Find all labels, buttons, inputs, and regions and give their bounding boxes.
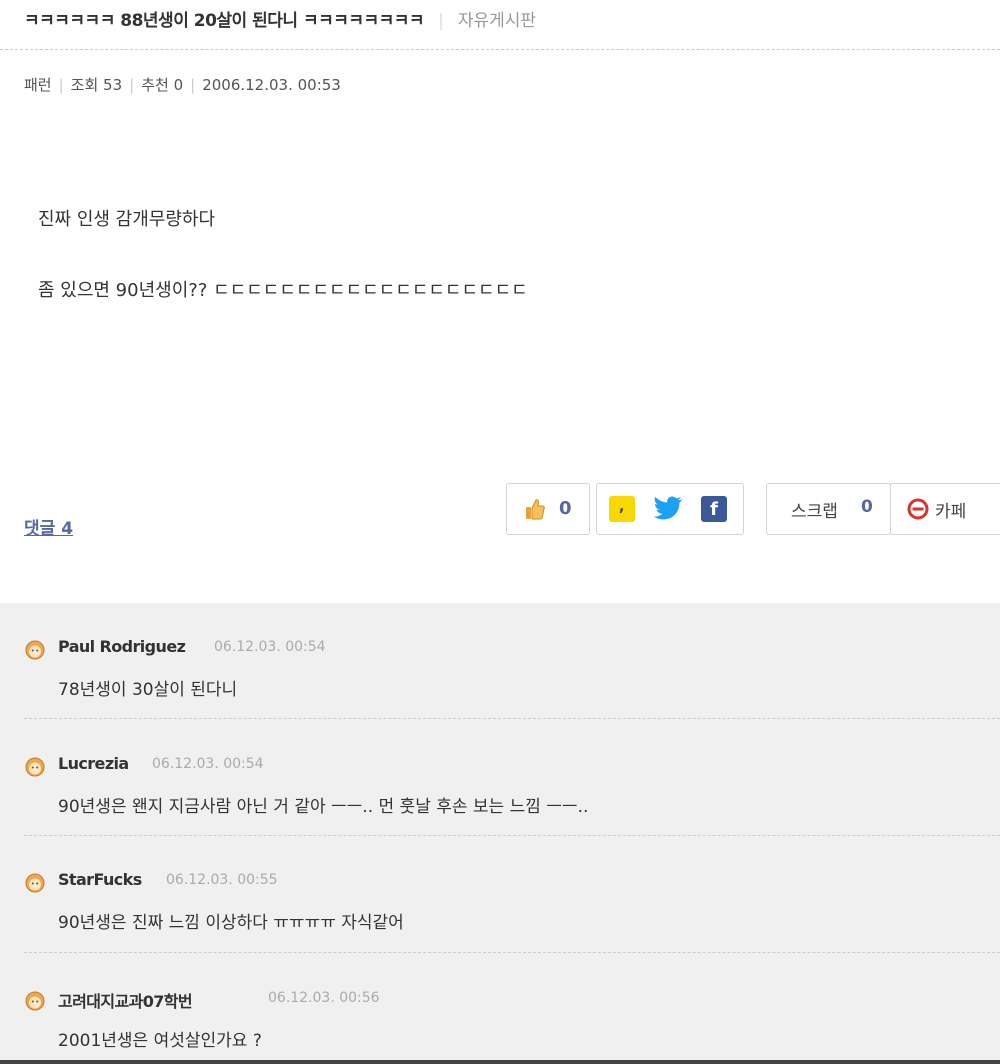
user-face-icon	[25, 640, 45, 660]
comment-author[interactable]: Lucrezia	[58, 754, 129, 773]
comment-text: 78년생이 30살이 된다니	[58, 680, 238, 700]
scrap-count: 0	[861, 497, 873, 517]
title-divider: |	[438, 11, 444, 31]
comment-author[interactable]: Paul Rodriguez	[58, 637, 186, 656]
user-face-icon	[25, 757, 45, 777]
title-line: ㅋㅋㅋㅋㅋㅋ 88년생이 20살이 된다니 ㅋㅋㅋㅋㅋㅋㅋㅋ | 자유게시판	[24, 6, 536, 31]
meta-divider: |	[58, 76, 64, 94]
comment-date: 06.12.03. 00:56	[268, 990, 380, 1006]
twitter-icon[interactable]	[653, 496, 683, 522]
cafe-button[interactable]: 카페	[890, 483, 1000, 535]
header-divider	[0, 49, 1000, 50]
comment-author[interactable]: 고려대지교과07학번	[58, 988, 193, 1012]
meta-divider: |	[129, 76, 135, 94]
scrap-label: 스크랩	[791, 502, 838, 522]
post-recommend: 추천 0	[141, 76, 184, 94]
kakao-icon[interactable]: ,	[609, 496, 635, 522]
comment-author[interactable]: StarFucks	[58, 870, 142, 889]
share-buttons: , f	[596, 483, 744, 535]
comment-divider	[24, 718, 1000, 719]
bottom-border	[0, 1060, 1000, 1064]
post-header: ㅋㅋㅋㅋㅋㅋ 88년생이 20살이 된다니 ㅋㅋㅋㅋㅋㅋㅋㅋ | 자유게시판	[0, 0, 1000, 50]
post-body-line: 좀 있으면 90년생이?? ㄷㄷㄷㄷㄷㄷㄷㄷㄷㄷㄷㄷㄷㄷㄷㄷㄷㄷㄷ	[38, 280, 528, 301]
like-button[interactable]: 0	[506, 483, 590, 535]
post-title[interactable]: ㅋㅋㅋㅋㅋㅋ 88년생이 20살이 된다니 ㅋㅋㅋㅋㅋㅋㅋㅋ	[24, 11, 425, 31]
post-meta: 패런 | 조회 53 | 추천 0 | 2006.12.03. 00:53	[24, 74, 341, 95]
scrap-button[interactable]: 스크랩 0	[766, 483, 891, 535]
cafe-icon	[907, 498, 929, 520]
post-date: 2006.12.03. 00:53	[202, 76, 341, 94]
board-name[interactable]: 자유게시판	[458, 11, 536, 31]
comments-count-link[interactable]: 댓글 4	[24, 514, 73, 539]
post-author[interactable]: 패런	[24, 76, 52, 94]
comment-date: 06.12.03. 00:54	[152, 756, 264, 772]
user-face-icon	[25, 991, 45, 1011]
post-body-line: 진짜 인생 감개무량하다	[38, 209, 216, 230]
like-count: 0	[559, 498, 572, 519]
comment-text: 2001년생은 여섯살인가요 ?	[58, 1031, 262, 1051]
comment-divider	[24, 952, 1000, 953]
comment-date: 06.12.03. 00:54	[214, 639, 326, 655]
comment-text: 90년생은 진짜 느낌 이상하다 ㅠㅠㅠㅠ 자식같어	[58, 913, 404, 933]
facebook-icon[interactable]: f	[701, 496, 727, 522]
user-face-icon	[25, 873, 45, 893]
cafe-label: 카페	[935, 502, 967, 522]
comment-divider	[24, 835, 1000, 836]
post-views: 조회 53	[70, 76, 123, 94]
comment-date: 06.12.03. 00:55	[166, 872, 278, 888]
thumbs-up-icon	[526, 499, 545, 520]
meta-divider: |	[190, 76, 196, 94]
comments-section: Paul Rodriguez 06.12.03. 00:54 78년생이 30살…	[0, 603, 1000, 1064]
comment-text: 90년생은 왠지 지금사람 아닌 거 같아 ㅡㅡ.. 먼 훗날 후손 보는 느낌…	[58, 797, 589, 817]
